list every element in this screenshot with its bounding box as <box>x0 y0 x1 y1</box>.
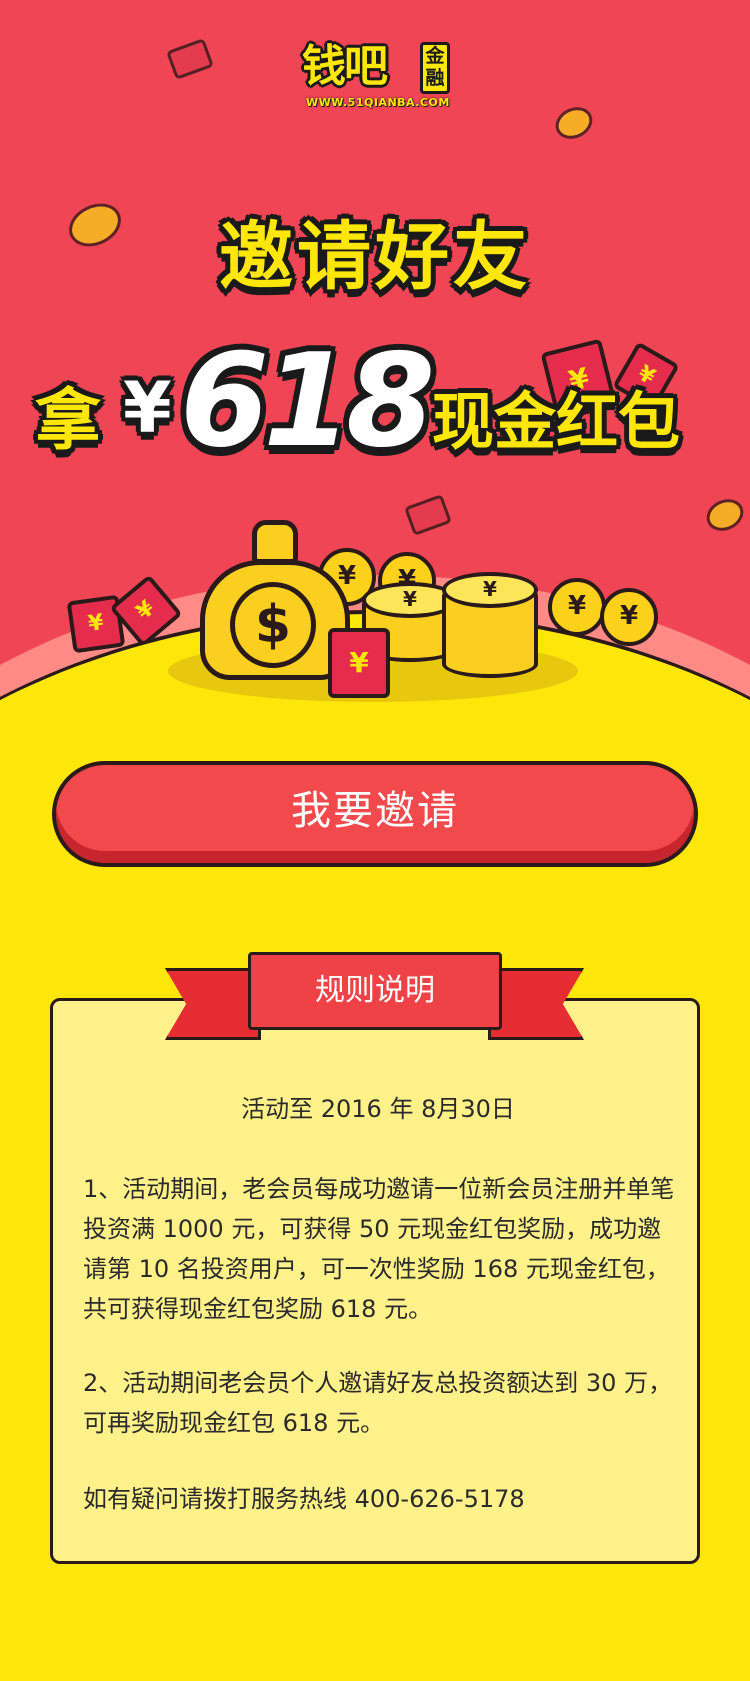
activity-date: 活动至 2016 年 8月30日 <box>241 1095 515 1123</box>
red-envelope-icon: ¥ <box>328 628 390 698</box>
hero-subtitle: 拿 ¥ 618 现金红包 <box>0 327 750 476</box>
rules-heading: 规则说明 <box>248 952 502 1030</box>
reward-amount: 618 <box>180 327 435 476</box>
qianba-logo: 钱吧 金融 WWW.51QIANBA.COM <box>302 40 452 110</box>
hero-title: 邀请好友 <box>219 214 531 300</box>
logo-url: WWW.51QIANBA.COM <box>306 96 450 109</box>
coin-icon: ¥ <box>600 588 658 646</box>
rule-item-1: 1、活动期间，老会员每成功邀请一位新会员注册并单笔投资满 1000 元，可获得 … <box>83 1175 675 1323</box>
invite-button[interactable]: 我要邀请 <box>52 761 698 867</box>
coin-icon: ¥ <box>548 578 606 636</box>
hero-banner: ¥ ¥ ¥ ¥ ¥ ¥ ¥ ¥ $ ¥ ¥ ¥ 钱吧 金融 WWW.51QIAN… <box>0 0 750 780</box>
service-hotline: 如有疑问请拨打服务热线 400-626-5178 <box>83 1485 525 1513</box>
floating-envelope-icon <box>404 494 452 536</box>
coin-stack-top: ¥ <box>442 572 538 608</box>
floating-coin-icon <box>701 493 749 537</box>
rule-item-2: 2、活动期间老会员个人邀请好友总投资额达到 30 万，可再奖励现金红包 618 … <box>83 1369 673 1437</box>
rules-panel: 活动至 2016 年 8月30日 1、活动期间，老会员每成功邀请一位新会员注册并… <box>50 998 700 1564</box>
logo-wordmark: 钱吧 <box>302 41 388 92</box>
subtitle-suffix: 现金红包 <box>432 385 681 458</box>
currency-symbol: ¥ <box>123 367 172 449</box>
logo-badge: 金融 <box>420 42 450 94</box>
subtitle-prefix: 拿 <box>35 382 101 459</box>
floating-coin-icon <box>550 101 598 145</box>
floating-envelope-icon <box>166 38 214 80</box>
